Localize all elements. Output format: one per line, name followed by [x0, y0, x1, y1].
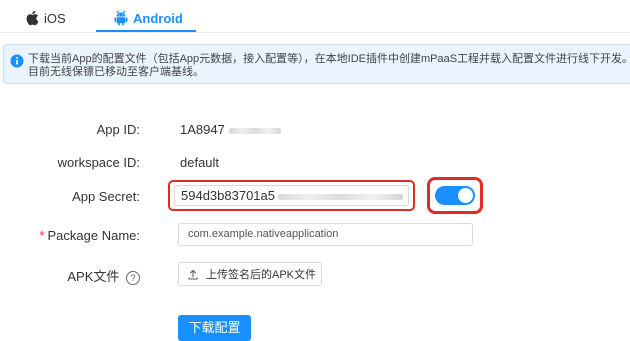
app-secret-field[interactable]: 594d3b83701a5 — [174, 185, 409, 206]
package-name-label: * Package Name: — [39, 228, 140, 243]
app-secret-label: App Secret: — [72, 189, 140, 204]
toggle-knob — [458, 188, 473, 203]
app-id-value: 1A8947 — [180, 122, 281, 137]
app-secret-highlight: 594d3b83701a5 — [168, 180, 415, 211]
alert-message: 下载当前App的配置文件（包括App元数据，接入配置等），在本地IDE插件中创建… — [28, 53, 630, 78]
tab-android-label: Android — [133, 10, 183, 26]
upload-apk-label: 上传签名后的APK文件 — [206, 269, 317, 281]
tabs-divider — [0, 32, 630, 33]
upload-icon — [188, 269, 198, 279]
redacted-blur — [278, 193, 403, 200]
apk-file-label-text: APK文件 — [67, 269, 120, 284]
tab-ios[interactable]: iOS — [25, 6, 66, 30]
apple-icon — [26, 10, 39, 26]
workspace-id-value: default — [180, 155, 220, 170]
info-icon — [10, 54, 24, 68]
info-alert: 下载当前App的配置文件（包括App元数据，接入配置等），在本地IDE插件中创建… — [3, 44, 630, 84]
tab-ios-label: iOS — [44, 10, 66, 26]
redacted-blur — [228, 127, 281, 134]
package-name-input[interactable]: com.example.nativeapplication — [178, 223, 473, 246]
download-config-button[interactable]: 下载配置 — [178, 315, 251, 341]
upload-apk-button[interactable]: 上传签名后的APK文件 — [178, 262, 322, 286]
tab-android[interactable]: Android — [114, 6, 183, 30]
workspace-id-label: workspace ID: — [57, 155, 140, 170]
platform-tabs: iOS Android — [0, 0, 630, 33]
apk-file-label: APK文件 ? — [67, 266, 140, 285]
secret-toggle-highlight — [427, 177, 483, 214]
app-secret-text: 594d3b83701a5 — [181, 188, 275, 203]
required-mark: * — [39, 228, 45, 243]
package-name-label-text: Package Name: — [47, 228, 141, 243]
app-id-text: 1A8947 — [180, 122, 225, 137]
question-circle-icon[interactable]: ? — [126, 270, 140, 285]
show-secret-toggle[interactable] — [435, 186, 475, 205]
app-id-label: App ID: — [96, 122, 140, 137]
android-icon — [114, 10, 128, 26]
